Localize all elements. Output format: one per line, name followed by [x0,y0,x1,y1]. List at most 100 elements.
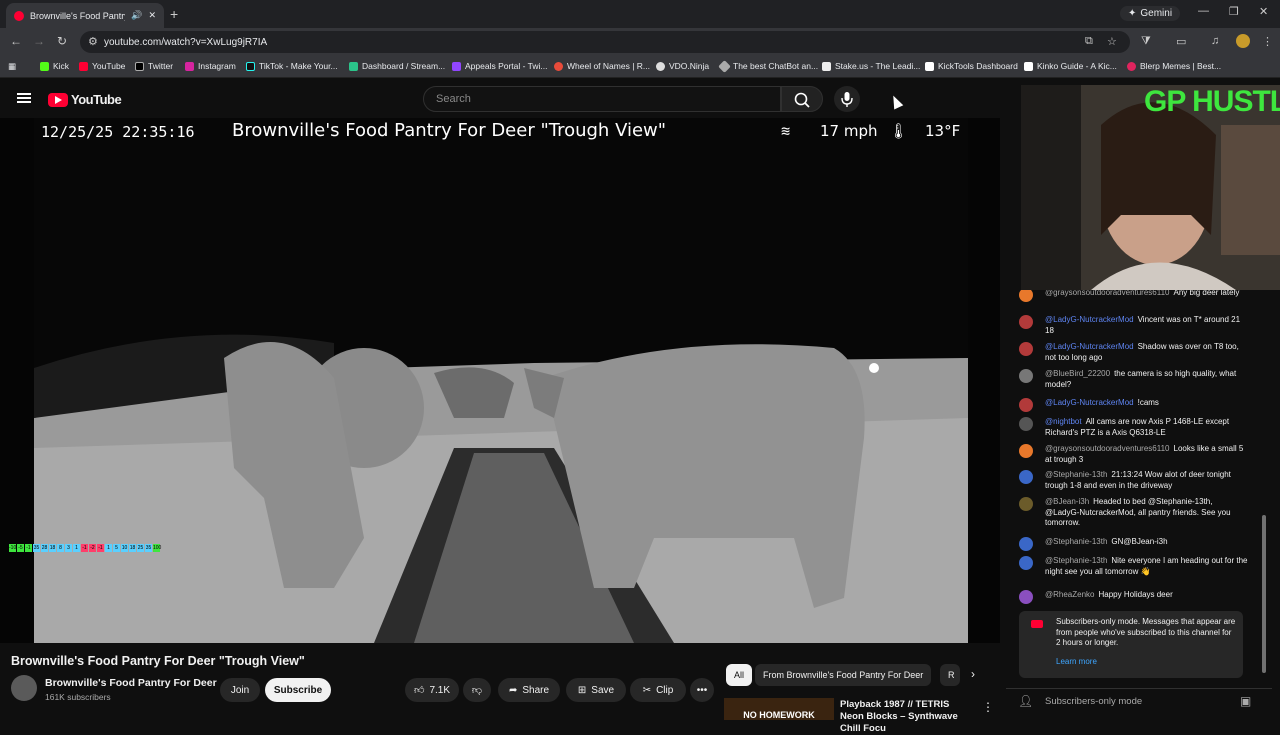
chat-avatar[interactable] [1019,556,1033,570]
chat-scrollbar[interactable] [1262,515,1266,673]
overlay-wind: 17 mph [820,122,878,140]
subscribe-button[interactable]: Subscribe [265,678,331,702]
rec-title[interactable]: Playback 1987 // TETRIS Neon Blocks – Sy… [840,699,970,735]
bookmark-kick[interactable]: Kick [40,61,69,71]
meter-cell: -1 [81,544,88,552]
bookmark-youtube[interactable]: YouTube [79,61,125,71]
chat-avatar[interactable] [1019,470,1033,484]
chat-author[interactable]: @RheaZenko [1045,590,1094,599]
chip-channel[interactable]: From Brownville's Food Pantry For Deer [755,664,932,686]
meter-cell: 25 [137,544,144,552]
chat-author[interactable]: @Stephanie-13th [1045,470,1107,479]
youtube-logo[interactable]: YouTube [48,92,122,107]
channel-avatar[interactable] [11,675,37,701]
reload-icon[interactable]: ↻ [57,34,67,48]
forward-icon[interactable]: → [33,34,45,48]
chat-avatar[interactable] [1019,398,1033,412]
gemini-button[interactable]: ✦ Gemini [1120,6,1181,21]
chat-avatar[interactable] [1019,590,1033,604]
browser-tab[interactable]: Brownville's Food Pantry Fo 🔊 ✕ [6,3,164,28]
minimize-icon[interactable]: — [1198,5,1209,17]
emoji-picker-icon[interactable]: ▣ [1240,694,1251,708]
rec-thumbnail[interactable]: NO HOMEWORK [724,698,834,720]
user-icon: 👤︎ [1018,694,1034,708]
share-icon: ➦ [508,684,518,696]
chat-author[interactable]: @graysonsoutdooradventures6110 [1045,444,1170,453]
rec-menu-icon[interactable]: ⋮ [982,700,994,714]
chat-avatar[interactable] [1019,315,1033,329]
chat-avatar[interactable] [1019,417,1033,431]
search-button[interactable] [781,86,823,112]
meter-cell: 5 [113,544,120,552]
join-button[interactable]: Join [220,678,260,702]
search-input[interactable]: Search [423,86,781,112]
new-tab-button[interactable]: + [170,6,178,22]
install-icon[interactable]: ⧉ [1085,35,1093,48]
bookmark-appeals[interactable]: Appeals Portal - Twi... [452,61,548,71]
close-tab-icon[interactable]: ✕ [148,10,156,21]
restore-icon[interactable]: ❐ [1229,5,1239,18]
bookmark-wheel[interactable]: Wheel of Names | R... [554,61,650,71]
chat-avatar[interactable] [1019,537,1033,551]
chip-related[interactable]: R [940,664,960,686]
bookmark-kinko[interactable]: Kinko Guide - A Kic... [1024,61,1117,71]
scissors-icon: ✂ [642,684,652,696]
apps-icon[interactable]: ▦ [8,61,16,72]
chat-author[interactable]: @BlueBird_22200 [1045,369,1110,378]
search-placeholder: Search [436,93,471,105]
voice-search-button[interactable] [834,86,860,112]
bookmark-blerp[interactable]: Blerp Memes | Best... [1127,61,1221,71]
chat-author[interactable]: @LadyG-NutcrackerMod [1045,398,1134,407]
chip-all[interactable]: All [726,664,753,686]
chat-author[interactable]: @BJean-i3h [1045,497,1089,506]
media-icon[interactable]: ♫ [1211,35,1219,47]
camera-overlay: 12/25/25 22:35:16 Brownville's Food Pant… [0,118,1000,148]
chat-avatar[interactable] [1019,342,1033,356]
bookmark-dashboard[interactable]: Dashboard / Stream... [349,61,445,71]
clip-label: Clip [656,684,674,696]
chat-author[interactable]: @Stephanie-13th [1045,556,1107,565]
speaker-icon[interactable]: 🔊 [131,10,142,21]
video-title: Brownville's Food Pantry For Deer "Troug… [11,654,305,668]
chat-avatar[interactable] [1019,288,1033,302]
chat-author[interactable]: @Stephanie-13th [1045,537,1107,546]
url-input[interactable]: youtube.com/watch?v=XwLug9jR7IA [80,31,1130,53]
chat-message: @Stephanie-13th 21:13:24 Wow alot of deer… [1019,470,1249,491]
bookmark-instagram[interactable]: Instagram [185,61,236,71]
bookmark-twitter[interactable]: Twitter [135,61,173,71]
bookmark-star-icon[interactable]: ☆ [1107,35,1117,48]
profile-avatar[interactable] [1236,34,1250,48]
bookmark-stake[interactable]: Stake.us - The Leadi... [822,61,920,71]
bookmark-vdoninja[interactable]: VDO.Ninja [656,61,709,71]
share-button[interactable]: ➦ Share [498,678,560,702]
clip-button[interactable]: ✂ Clip [630,678,686,702]
extensions-icon[interactable]: ⧩ [1141,35,1151,48]
chat-avatar[interactable] [1019,497,1033,511]
more-actions-button[interactable]: ••• [690,678,714,702]
chat-author[interactable]: @nightbot [1045,417,1082,426]
cast-icon[interactable]: ▭ [1176,35,1186,48]
chat-avatar[interactable] [1019,369,1033,383]
learn-more-link[interactable]: Learn more [1056,657,1097,668]
bookmark-chatbot[interactable]: The best ChatBot an... [718,59,818,73]
channel-name[interactable]: Brownville's Food Pantry For Deer [45,677,217,689]
menu-icon[interactable]: ⋮ [1262,35,1273,48]
hamburger-menu-icon[interactable] [17,93,31,103]
save-button[interactable]: ⊞ Save [566,678,626,702]
chat-author[interactable]: @LadyG-NutcrackerMod [1045,342,1134,351]
youtube-favicon-icon [14,10,24,21]
chat-avatar[interactable] [1019,444,1033,458]
chat-author[interactable]: @LadyG-NutcrackerMod [1045,315,1134,324]
chip-next-icon[interactable]: › [971,667,975,681]
video-player[interactable]: 12/25/25 22:35:16 Brownville's Food Pant… [0,118,1000,643]
like-count: 7.1K [429,684,451,696]
tab-title: Brownville's Food Pantry Fo [30,10,125,21]
bookmark-kicktools[interactable]: KickTools Dashboard [925,61,1018,71]
like-button[interactable]: 👍︎ 7.1K [405,678,459,702]
dislike-button[interactable]: 👎︎ [463,678,491,702]
site-info-icon[interactable]: ⚙ [88,35,98,48]
back-icon[interactable]: ← [10,34,22,48]
close-window-icon[interactable]: ✕ [1259,5,1268,18]
bookmark-tiktok[interactable]: TikTok - Make Your... [246,61,338,71]
chat-message: @Stephanie-13th GN@BJean-i3h [1019,537,1249,551]
